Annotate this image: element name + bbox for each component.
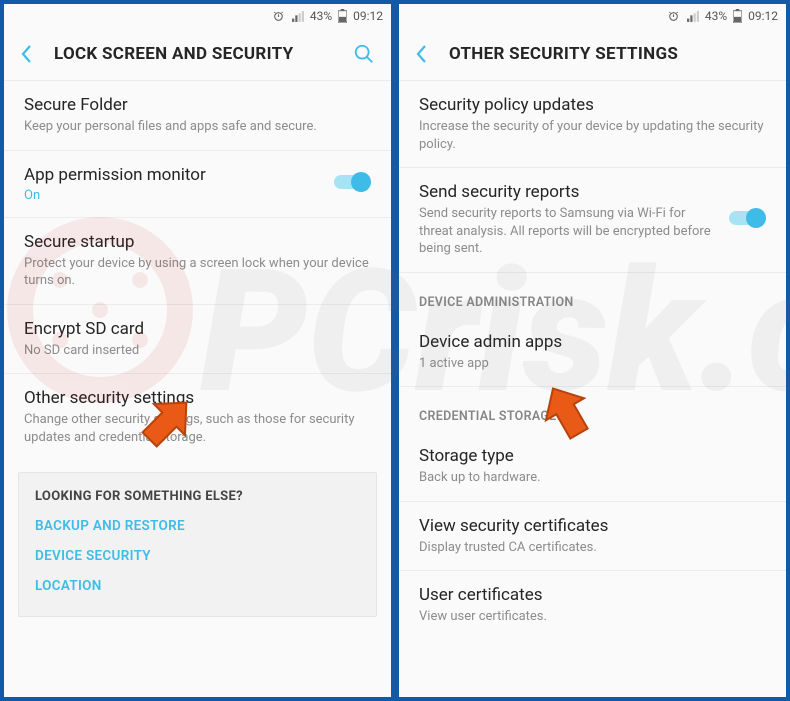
section-label: CREDENTIAL STORAGE xyxy=(419,409,557,424)
setting-secure-startup[interactable]: Secure startup Protect your device by us… xyxy=(4,217,391,304)
item-subtitle: Display trusted CA certificates. xyxy=(419,539,766,557)
alarm-icon xyxy=(272,10,285,23)
setting-view-security-certificates[interactable]: View security certificates Display trust… xyxy=(399,501,786,571)
setting-send-security-reports[interactable]: Send security reports Send security repo… xyxy=(399,167,786,272)
signal-icon xyxy=(686,10,699,23)
content-area: Secure Folder Keep your personal files a… xyxy=(4,80,391,697)
item-subtitle: No SD card inserted xyxy=(24,342,371,360)
battery-icon xyxy=(338,9,347,23)
status-bar: 43% 09:12 xyxy=(4,4,391,28)
section-header-device-admin: DEVICE ADMINISTRATION xyxy=(399,272,786,318)
item-status: On xyxy=(24,188,371,203)
header: OTHER SECURITY SETTINGS xyxy=(399,28,786,80)
item-title: Device admin apps xyxy=(419,332,766,352)
left-pane: 43% 09:12 LOCK SCREEN AND SECURITY Secur… xyxy=(4,4,391,697)
link-location[interactable]: LOCATION xyxy=(35,578,360,594)
item-subtitle: 1 active app xyxy=(419,355,766,373)
toggle-switch[interactable] xyxy=(331,170,373,198)
item-subtitle: Protect your device by using a screen lo… xyxy=(24,255,371,290)
battery-text: 43% xyxy=(310,9,332,23)
page-title: LOCK SCREEN AND SECURITY xyxy=(54,44,293,64)
item-subtitle: Increase the security of your device by … xyxy=(419,118,766,153)
footer-title: LOOKING FOR SOMETHING ELSE? xyxy=(35,489,360,504)
section-header-credential-storage: CREDENTIAL STORAGE xyxy=(399,386,786,432)
clock-text: 09:12 xyxy=(748,9,778,23)
back-button[interactable] xyxy=(413,45,431,63)
setting-device-admin-apps[interactable]: Device admin apps 1 active app xyxy=(399,318,786,387)
setting-secure-folder[interactable]: Secure Folder Keep your personal files a… xyxy=(4,80,391,150)
item-subtitle: View user certificates. xyxy=(419,608,766,626)
item-title: Encrypt SD card xyxy=(24,319,371,339)
item-title: Secure startup xyxy=(24,232,371,252)
setting-app-permission-monitor[interactable]: App permission monitor On xyxy=(4,150,391,217)
setting-other-security-settings[interactable]: Other security settings Change other sec… xyxy=(4,373,391,460)
item-title: Storage type xyxy=(419,446,766,466)
content-area: Security policy updates Increase the sec… xyxy=(399,80,786,697)
item-title: App permission monitor xyxy=(24,165,371,185)
search-button[interactable] xyxy=(351,41,377,67)
item-title: Secure Folder xyxy=(24,95,371,115)
setting-security-policy-updates[interactable]: Security policy updates Increase the sec… xyxy=(399,80,786,167)
link-device-security[interactable]: DEVICE SECURITY xyxy=(35,548,360,564)
item-subtitle: Back up to hardware. xyxy=(419,469,766,487)
page-title: OTHER SECURITY SETTINGS xyxy=(449,44,678,64)
setting-encrypt-sd-card[interactable]: Encrypt SD card No SD card inserted xyxy=(4,304,391,374)
alarm-icon xyxy=(667,10,680,23)
battery-text: 43% xyxy=(705,9,727,23)
setting-storage-type[interactable]: Storage type Back up to hardware. xyxy=(399,432,786,501)
header: LOCK SCREEN AND SECURITY xyxy=(4,28,391,80)
setting-user-certificates[interactable]: User certificates View user certificates… xyxy=(399,570,786,640)
item-title: View security certificates xyxy=(419,516,766,536)
footer-suggestions: LOOKING FOR SOMETHING ELSE? BACKUP AND R… xyxy=(18,472,377,617)
status-bar: 43% 09:12 xyxy=(399,4,786,28)
item-title: Security policy updates xyxy=(419,95,766,115)
item-subtitle: Change other security settings, such as … xyxy=(24,411,371,446)
section-label: DEVICE ADMINISTRATION xyxy=(419,295,574,310)
signal-icon xyxy=(291,10,304,23)
right-pane: 43% 09:12 OTHER SECURITY SETTINGS Securi… xyxy=(399,4,786,697)
item-subtitle: Send security reports to Samsung via Wi-… xyxy=(419,205,766,258)
item-subtitle: Keep your personal files and apps safe a… xyxy=(24,118,371,136)
back-button[interactable] xyxy=(18,45,36,63)
item-title: Send security reports xyxy=(419,182,766,202)
toggle-switch[interactable] xyxy=(726,206,768,234)
link-backup-and-restore[interactable]: BACKUP AND RESTORE xyxy=(35,518,360,534)
battery-icon xyxy=(733,9,742,23)
item-title: Other security settings xyxy=(24,388,371,408)
clock-text: 09:12 xyxy=(353,9,383,23)
item-title: User certificates xyxy=(419,585,766,605)
